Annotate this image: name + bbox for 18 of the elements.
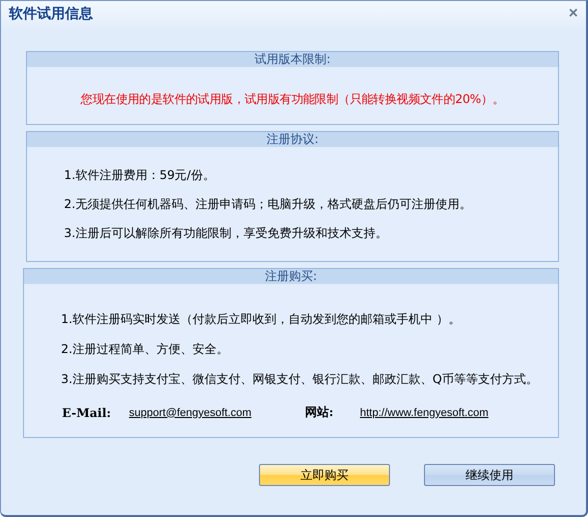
continue-button[interactable]: 继续使用 bbox=[424, 464, 555, 486]
contact-link[interactable]: http://www.fengyesoft.com bbox=[360, 406, 488, 418]
panel-header: 试用版本限制: bbox=[27, 52, 558, 67]
buy-button[interactable]: 立即购买 bbox=[259, 464, 390, 486]
agreement-item: 3.注册后可以解除所有功能限制，享受免费升级和技术支持。 bbox=[64, 225, 388, 241]
contact-label: E-Mail: bbox=[62, 406, 112, 420]
trial-notice: 您现在使用的是软件的试用版，试用版有功能限制（只能转换视频文件的20%）。 bbox=[80, 91, 506, 108]
panel-header: 注册购买: bbox=[24, 269, 558, 284]
close-button[interactable]: × bbox=[568, 5, 578, 23]
panel-header: 注册协议: bbox=[27, 132, 558, 147]
purchase-item: 1.软件注册码实时发送（付款后立即收到，自动发到您的邮箱或手机中 ）。 bbox=[61, 311, 462, 327]
agreement-item: 1.软件注册费用：59元/份。 bbox=[64, 167, 216, 183]
contact-link[interactable]: support@fengyesoft.com bbox=[129, 406, 252, 418]
purchase-item: 3.注册购买支持支付宝、微信支付、网银支付、银行汇款、邮政汇款、Q币等等支付方式。 bbox=[61, 371, 539, 387]
purchase-item: 2.注册过程简单、方便、安全。 bbox=[61, 341, 230, 357]
contact-label: 网站: bbox=[305, 404, 334, 421]
window-title: 软件试用信息 bbox=[9, 5, 93, 23]
agreement-item: 2.无须提供任何机器码、注册申请码；电脑升级，格式硬盘后仍可注册使用。 bbox=[64, 196, 472, 212]
